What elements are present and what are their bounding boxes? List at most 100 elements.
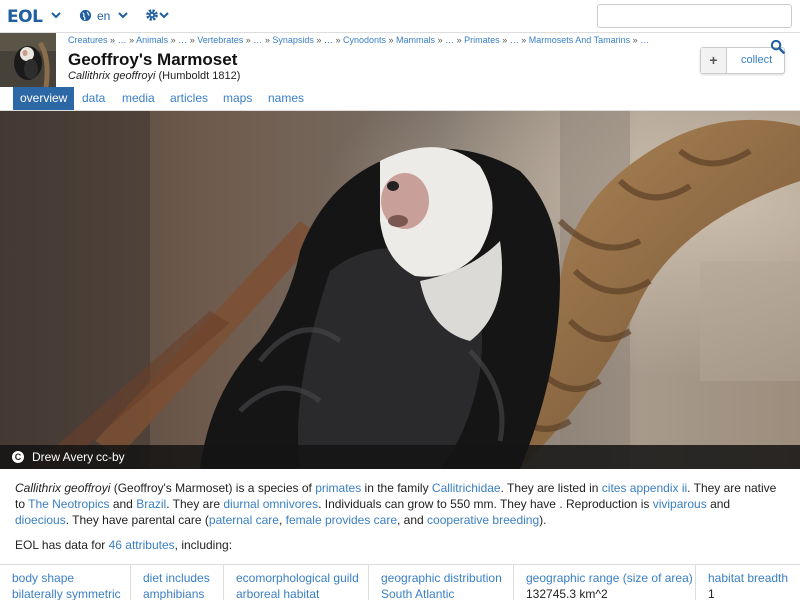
tab-maps[interactable]: maps: [216, 87, 259, 110]
attribute-cell: ecomorphological guild arboreal habitat: [224, 565, 369, 600]
attribute-key[interactable]: ecomorphological guild: [236, 571, 368, 587]
attribute-value[interactable]: South Atlantic: [381, 587, 513, 600]
breadcrumb-item[interactable]: Cynodonts: [343, 35, 386, 45]
summary-text: . They are: [166, 497, 224, 511]
breadcrumb-separator: »: [335, 35, 341, 45]
thumbnail-image: [0, 33, 56, 87]
summary-text: ).: [539, 513, 547, 527]
language-selector[interactable]: en: [97, 9, 110, 23]
breadcrumb: Creatures » … » Animals » … » Vertebrate…: [68, 35, 649, 45]
breadcrumb-item[interactable]: Synapsids: [272, 35, 314, 45]
attribute-cell: habitat breadth 1: [696, 565, 800, 600]
attribute-key[interactable]: geographic distribution: [381, 571, 513, 587]
link-paternal-care[interactable]: paternal care: [209, 513, 279, 527]
breadcrumb-item[interactable]: …: [253, 35, 262, 45]
link-cites-appendix[interactable]: cites appendix ii: [602, 481, 687, 495]
link-brazil[interactable]: Brazil: [136, 497, 166, 511]
breadcrumb-item[interactable]: Animals: [136, 35, 168, 45]
link-female-provides-care[interactable]: female provides care: [286, 513, 397, 527]
summary-text: ,: [278, 513, 286, 527]
breadcrumb-item[interactable]: Marmosets And Tamarins: [529, 35, 630, 45]
link-diurnal-omnivores[interactable]: diurnal omnivores: [223, 497, 318, 511]
breadcrumb-item[interactable]: …: [510, 35, 519, 45]
collect-label[interactable]: collect: [741, 54, 772, 66]
authority: (Humboldt 1812): [158, 70, 241, 82]
chevron-down-icon[interactable]: [158, 9, 170, 21]
attribute-value[interactable]: bilaterally symmetric: [12, 587, 130, 600]
breadcrumb-item[interactable]: …: [640, 35, 649, 45]
link-attributes-count[interactable]: 46 attributes: [109, 538, 175, 552]
breadcrumb-item[interactable]: …: [118, 35, 127, 45]
breadcrumb-separator: »: [502, 35, 508, 45]
link-cooperative-breeding[interactable]: cooperative breeding: [427, 513, 539, 527]
species-thumbnail[interactable]: [0, 33, 56, 87]
attribute-value: 1: [708, 587, 715, 600]
breadcrumb-item[interactable]: Mammals: [396, 35, 435, 45]
eol-logo[interactable]: EOL: [7, 7, 43, 27]
scientific-name-line: Callithrix geoffroyi (Humboldt 1812): [68, 70, 240, 82]
link-primates[interactable]: primates: [315, 481, 361, 495]
attribute-key[interactable]: geographic range (size of area): [526, 571, 695, 587]
attribute-value[interactable]: amphibians: [143, 587, 223, 600]
breadcrumb-item[interactable]: …: [178, 35, 187, 45]
link-dioecious[interactable]: dioecious: [15, 513, 66, 527]
breadcrumb-separator: »: [245, 35, 251, 45]
breadcrumb-item[interactable]: Vertebrates: [197, 35, 243, 45]
breadcrumb-separator: »: [632, 35, 638, 45]
link-viviparous[interactable]: viviparous: [653, 497, 707, 511]
attribute-cell: diet includes amphibians: [131, 565, 224, 600]
breadcrumb-item[interactable]: Primates: [464, 35, 500, 45]
attribute-key[interactable]: habitat breadth: [708, 571, 800, 587]
attribute-cell: body shape bilaterally symmetric: [0, 565, 131, 600]
search-input[interactable]: [597, 4, 792, 28]
summary-text: . They have parental care (: [65, 513, 209, 527]
breadcrumb-separator: »: [316, 35, 322, 45]
photo-author[interactable]: Drew Avery: [32, 445, 93, 469]
hero-image[interactable]: [0, 111, 800, 469]
attribute-key[interactable]: body shape: [12, 571, 130, 587]
summary-scientific-name: Callithrix geoffroyi: [15, 481, 111, 495]
summary-text: . They are listed in: [500, 481, 602, 495]
attribute-value: 132745.3 km^2: [526, 587, 608, 600]
breadcrumb-separator: »: [437, 35, 443, 45]
tab-media[interactable]: media: [115, 87, 162, 110]
attribute-key[interactable]: diet includes: [143, 571, 223, 587]
tab-overview[interactable]: overview: [13, 87, 75, 110]
marmoset-photo: [0, 111, 800, 469]
data-note-suffix: , including:: [174, 538, 233, 552]
breadcrumb-separator: »: [456, 35, 462, 45]
breadcrumb-item[interactable]: Creatures: [68, 35, 108, 45]
photo-license[interactable]: cc-by: [96, 445, 125, 469]
summary-text: and: [706, 497, 731, 511]
tab-names[interactable]: names: [261, 87, 311, 110]
gear-icon[interactable]: [145, 8, 159, 22]
page-title: Geoffroy's Marmoset: [68, 50, 238, 69]
species-summary: Callithrix geoffroyi (Geoffroy's Marmose…: [15, 480, 785, 528]
breadcrumb-separator: »: [388, 35, 394, 45]
tab-data[interactable]: data: [75, 87, 112, 110]
breadcrumb-separator: »: [110, 35, 116, 45]
search-icon[interactable]: [770, 39, 785, 54]
chevron-down-icon[interactable]: [117, 9, 129, 21]
globe-icon[interactable]: [79, 9, 92, 22]
page-tabs: overview data media articles maps names: [0, 87, 800, 111]
attribute-value[interactable]: arboreal habitat: [236, 587, 368, 600]
creative-commons-icon: C: [12, 451, 24, 463]
chevron-down-icon[interactable]: [50, 9, 62, 21]
breadcrumb-item[interactable]: …: [445, 35, 454, 45]
link-callitrichidae[interactable]: Callitrichidae: [432, 481, 501, 495]
summary-text: and: [109, 497, 137, 511]
summary-text: (Geoffroy's Marmoset) is a species of: [110, 481, 316, 495]
breadcrumb-separator: »: [129, 35, 135, 45]
scientific-name: Callithrix geoffroyi: [68, 70, 156, 82]
breadcrumb-item[interactable]: …: [324, 35, 333, 45]
top-bar: EOL en: [0, 0, 800, 33]
plus-icon[interactable]: +: [701, 48, 727, 73]
breadcrumb-separator: »: [521, 35, 527, 45]
summary-text: in the family: [361, 481, 432, 495]
link-neotropics[interactable]: The Neotropics: [28, 497, 109, 511]
attribute-cell: geographic range (size of area) 132745.3…: [514, 565, 696, 600]
attribute-cell: geographic distribution South Atlantic: [369, 565, 514, 600]
data-note-prefix: EOL has data for: [15, 538, 109, 552]
tab-articles[interactable]: articles: [163, 87, 215, 110]
